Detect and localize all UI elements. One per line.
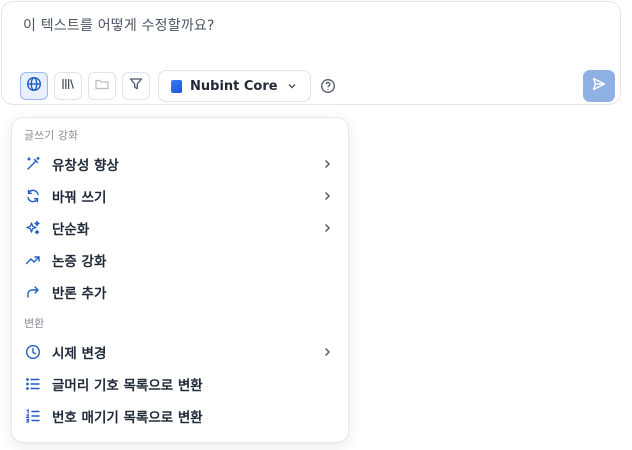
menu-item-label: 반론 추가 xyxy=(52,286,107,302)
section-label-convert: 변환 xyxy=(24,317,45,330)
library-icon xyxy=(60,76,76,96)
chevron-down-icon xyxy=(286,77,298,96)
menu-item-label: 유창성 향상 xyxy=(52,158,119,174)
model-name: Nubint Core xyxy=(190,78,278,94)
chevron-right-icon xyxy=(320,221,334,235)
magic-wand-icon xyxy=(24,155,42,173)
send-button[interactable] xyxy=(583,70,615,102)
chevron-right-icon xyxy=(320,157,334,171)
menu-item-label: 바꿔 쓰기 xyxy=(52,190,107,206)
library-button[interactable] xyxy=(54,72,82,100)
section-label-enhance: 글쓰기 강화 xyxy=(24,129,79,142)
menu-item-change-tense[interactable]: 시제 변경 xyxy=(20,337,338,367)
model-selector[interactable]: Nubint Core xyxy=(158,70,311,102)
menu-item-simplify[interactable]: 단순화 xyxy=(20,213,338,243)
folder-button[interactable] xyxy=(88,72,116,100)
menu-item-fluency[interactable]: 유창성 향상 xyxy=(20,149,338,179)
menu-item-paraphrase[interactable]: 바꿔 쓰기 xyxy=(20,181,338,211)
numbered-list-icon xyxy=(24,407,42,425)
sparkles-icon xyxy=(24,219,42,237)
web-search-button[interactable] xyxy=(20,72,48,100)
send-icon xyxy=(591,76,607,96)
menu-item-add-counterargument[interactable]: 반론 추가 xyxy=(20,277,338,307)
model-logo-icon xyxy=(171,79,182,93)
menu-item-label: 단순화 xyxy=(52,222,90,238)
help-icon[interactable] xyxy=(319,77,337,95)
filter-button[interactable] xyxy=(122,72,150,100)
rewrite-menu: 글쓰기 강화 유창성 향상 바꿔 쓰기 단순화 논증 강화 반론 추가 변환 시… xyxy=(11,117,349,443)
menu-item-numbered-list[interactable]: 번호 매기기 목록으로 변환 xyxy=(20,401,338,431)
folder-icon xyxy=(94,76,110,96)
chevron-right-icon xyxy=(320,345,334,359)
globe-icon xyxy=(26,76,42,96)
menu-item-label: 시제 변경 xyxy=(52,346,107,362)
clock-icon xyxy=(24,343,42,361)
refresh-icon xyxy=(24,187,42,205)
redo-arrow-icon xyxy=(24,283,42,301)
composer-toolbar: Nubint Core xyxy=(20,70,337,102)
menu-item-strengthen-argument[interactable]: 논증 강화 xyxy=(20,245,338,275)
menu-item-label: 논증 강화 xyxy=(52,254,107,270)
prompt-text[interactable]: 이 텍스트를 어떻게 수정할까요? xyxy=(23,15,215,35)
trending-up-icon xyxy=(24,251,42,269)
menu-item-label: 번호 매기기 목록으로 변환 xyxy=(52,410,203,426)
filter-icon xyxy=(128,76,144,96)
chevron-right-icon xyxy=(320,189,334,203)
menu-item-bullet-list[interactable]: 글머리 기호 목록으로 변환 xyxy=(20,369,338,399)
bullet-list-icon xyxy=(24,375,42,393)
composer-box[interactable]: 이 텍스트를 어떻게 수정할까요? Nubint Core xyxy=(1,1,621,105)
menu-item-label: 글머리 기호 목록으로 변환 xyxy=(52,378,203,394)
